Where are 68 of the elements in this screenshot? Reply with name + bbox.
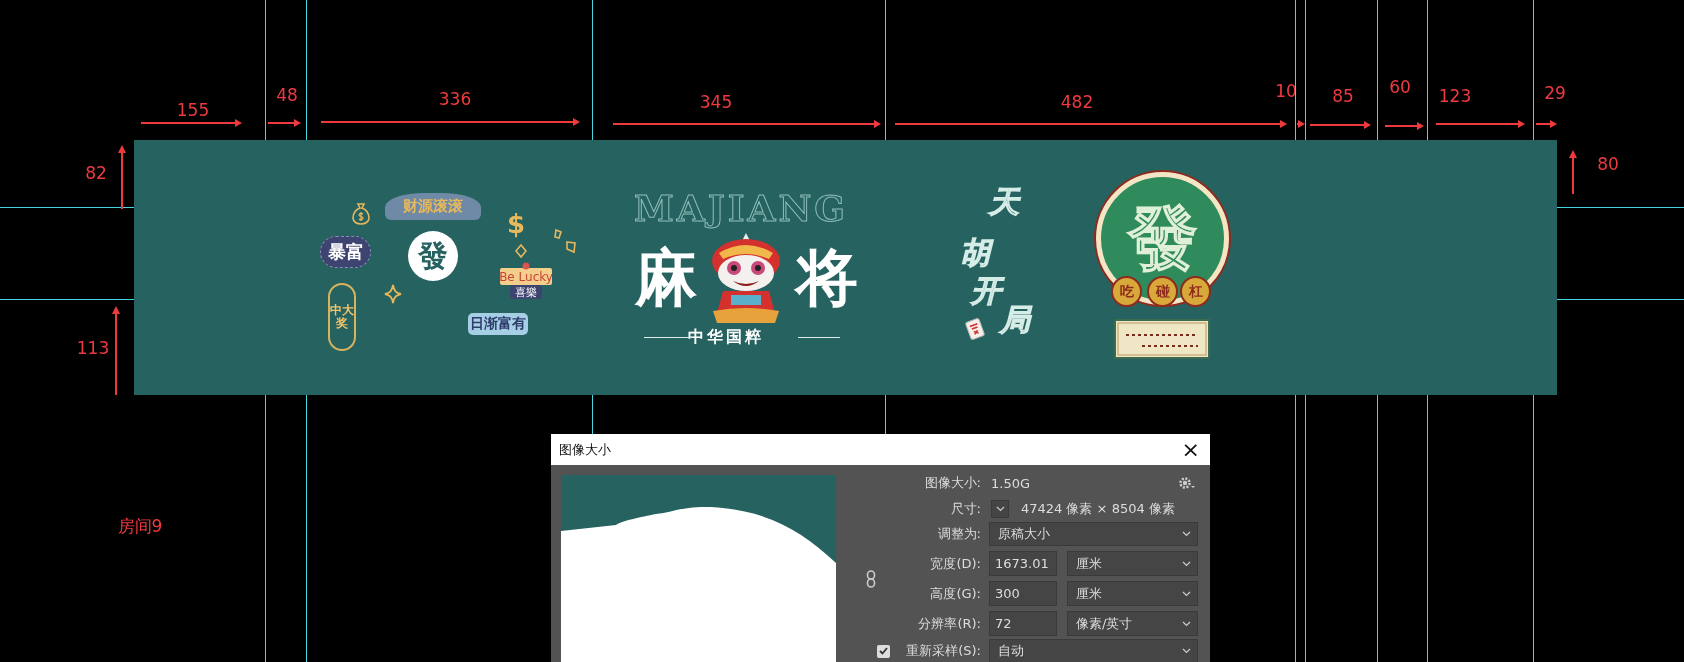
chevron-icon	[1182, 620, 1191, 627]
dialog-title: 图像大小	[559, 440, 611, 459]
settings-icon[interactable]	[1178, 476, 1196, 490]
field-label: 重新采样(S):	[905, 642, 981, 660]
dimension-label: 345	[699, 92, 733, 112]
dimension-arrow	[1384, 122, 1424, 130]
unit-select[interactable]: 厘米	[1067, 551, 1198, 576]
number-field[interactable]: 72	[989, 611, 1057, 636]
close-button[interactable]: ×	[1179, 438, 1202, 461]
dimension-label: 10	[1275, 81, 1297, 101]
dimension-label: 482	[1060, 92, 1094, 112]
number-field[interactable]: 1673.01	[989, 551, 1057, 576]
dollar-sign: $	[505, 209, 527, 239]
unit-dropdown-button[interactable]	[991, 500, 1009, 518]
dimension-arrow	[1569, 150, 1577, 195]
dimension-label: 82	[85, 163, 107, 183]
link-chain-icon[interactable]	[866, 569, 876, 588]
title-character: 将	[793, 240, 859, 316]
emblem-chip: 吃	[1111, 276, 1142, 307]
field-label: 分辨率(R):	[917, 614, 981, 633]
lucky-sticker: 喜樂	[510, 285, 542, 299]
dimension-arrow	[1309, 121, 1371, 129]
dimension-arrow	[1296, 120, 1305, 128]
fit-to-select[interactable]: 原稿大小	[989, 522, 1198, 546]
coin-sticker: 發	[408, 231, 458, 281]
field-label: 调整为:	[936, 525, 981, 543]
dimension-label: 60	[1389, 77, 1411, 97]
dimensions-value: 47424 像素 × 8504 像素	[1021, 500, 1175, 518]
sparkle-icon	[384, 284, 402, 304]
lucky-sticker: 中大奖	[328, 283, 356, 351]
lucky-sticker: 财源滚滚	[385, 193, 481, 220]
unit-select[interactable]: 厘米	[1067, 581, 1198, 606]
lucky-sticker: 暴富	[320, 236, 371, 268]
chevron-icon	[1182, 648, 1191, 654]
resample-select[interactable]: 自动	[989, 639, 1198, 662]
chevron-icon	[1182, 560, 1191, 567]
pin-icon	[522, 262, 530, 270]
chevron-icon	[1182, 590, 1191, 597]
dimension-label: 155	[176, 100, 210, 120]
checkmark-icon	[879, 647, 888, 655]
field-label: 高度(G):	[929, 584, 981, 603]
dimension-arrow	[1535, 120, 1557, 128]
dimension-label: 29	[1544, 83, 1566, 103]
dimension-label: 113	[76, 338, 110, 358]
money-bag-icon	[351, 201, 371, 225]
dimension-arrow	[267, 119, 301, 127]
dimension-label: 48	[276, 85, 298, 105]
dimension-label: 80	[1597, 154, 1619, 174]
slogan-character: 天	[988, 185, 1020, 219]
chevron-icon	[1182, 531, 1191, 537]
slogan-character: 局	[999, 303, 1031, 337]
chevron-icon	[995, 506, 1005, 512]
unit-select[interactable]: 像素/英寸	[1067, 611, 1198, 636]
sparkle-icon	[515, 244, 527, 258]
dimension-label: 336	[438, 89, 472, 109]
confetti-icon	[553, 228, 577, 254]
field-label: 尺寸:	[949, 500, 981, 518]
field-label: 宽度(D):	[929, 554, 981, 573]
dimension-label: 85	[1332, 86, 1354, 106]
lucky-sticker: 日渐富有	[468, 313, 528, 335]
image-size-value: 1.50G	[991, 475, 1031, 491]
number-field[interactable]: 300	[989, 581, 1057, 606]
field-label: 图像大小:	[923, 474, 981, 492]
dimension-arrow	[118, 145, 126, 210]
room-label: 房间9	[117, 514, 163, 538]
title-character: 麻	[633, 240, 698, 316]
resample-checkbox[interactable]	[877, 644, 890, 658]
dimension-label: 123	[1438, 86, 1472, 106]
